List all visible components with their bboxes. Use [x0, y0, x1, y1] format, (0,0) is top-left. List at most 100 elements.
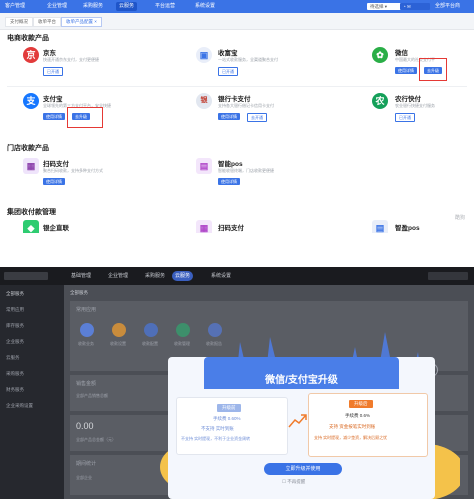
pos-icon: ▤ [196, 158, 212, 174]
modal-title: 微信/支付宝升级 [265, 375, 338, 386]
section-ecommerce: 电商收款产品 [7, 35, 49, 42]
before-fee: 手续费 0.60% [213, 416, 241, 421]
bside-item-enterprise[interactable]: 企业服务 [6, 339, 24, 345]
jd-icon: 京 [23, 47, 39, 63]
product-name-alipay: 支付宝 [43, 96, 63, 103]
nav-item-enterprise[interactable]: 企业管理 [44, 2, 70, 11]
product-name-scan: 扫码支付 [43, 161, 69, 168]
before-line1: 不支持 实时到账 [201, 426, 234, 431]
sales-title: 销售金额 [76, 381, 97, 387]
scan-details-button[interactable]: 使用详情 [43, 178, 65, 185]
amount-subtitle: 全部产品总金额（元） [76, 437, 116, 442]
tab-product-config-label: 收单产品配置 [66, 19, 93, 24]
section-store: 门店收款产品 [7, 145, 49, 152]
alipay-icon: 支 [23, 93, 39, 109]
product-name-scan2: 扫码支付 [218, 225, 244, 232]
bside-item-purchase-settings[interactable]: 企业采购设置 [6, 403, 33, 409]
product-name-abc: 农行快付 [395, 96, 421, 103]
after-tag: 升级后 [349, 400, 373, 408]
bnav-item-basic[interactable]: 基础管理 [68, 271, 94, 281]
product-name-smartpos: 智盈pos [395, 225, 420, 232]
section-group: 集团收付款管理 [7, 209, 56, 216]
product-desc-jd: 快速开通京东支付，支付更便捷 [43, 57, 99, 62]
nav-item-cloud[interactable]: 云服务 [116, 2, 138, 11]
product-desc-scan: 聚合扫码收款，支持多种支付方式 [43, 168, 103, 173]
bside-item-purchase[interactable]: 采购服务 [6, 371, 24, 377]
top-screenshot: 客户管理 企业管理 采购服务 云服务 平台运营 系统设置 待选择 ▾ ◔ ✉ 全… [0, 0, 474, 233]
amount-value: 0.00 [76, 421, 94, 431]
no-remind-checkbox[interactable]: ☐ 不再提醒 [282, 479, 305, 485]
tab-overview[interactable]: 支付概况 [5, 17, 33, 27]
watermark: 酷狗 [455, 215, 466, 221]
user-area[interactable] [428, 272, 468, 280]
wechat-icon: ✿ [372, 47, 388, 63]
app-label-2: 收款设置 [110, 341, 126, 346]
after-upgrade-box: 升级后 手续费 0.6% 支持 资金按笔实时到账 支持 实时提现，减少垫资，解决… [308, 393, 428, 457]
no-remind-label: 不再提醒 [287, 479, 306, 484]
abc-bank-icon: 农 [372, 93, 388, 109]
highlight-box-alipay [67, 107, 103, 128]
product-desc-shouyinbao: 一站式收款服务，全渠道聚合支付 [218, 57, 278, 62]
upgrade-now-button[interactable]: 立即升级并使用 [264, 463, 342, 475]
bank-link-icon: ◆ [23, 220, 39, 233]
tab-product-config[interactable]: 收单产品配置 × [61, 17, 102, 27]
abc-opened-button[interactable]: 已开通 [395, 113, 415, 122]
jd-opened-button[interactable]: 已开通 [43, 67, 63, 76]
before-line2: 不支持 实时提现，不利于企业资金周转 [181, 436, 251, 441]
product-desc-unionpay: 支持各大银行借记卡信用卡支付 [218, 103, 274, 108]
user-menu[interactable]: 全部平台商 [432, 2, 463, 11]
app-label-1: 收款业务 [78, 341, 94, 346]
product-name-wechat: 微信 [395, 50, 408, 57]
before-tag: 升级前 [217, 404, 241, 412]
after-line1: 支持 资金按笔实时到账 [329, 424, 376, 429]
row-divider [7, 86, 467, 87]
logo [4, 272, 48, 280]
shouyinbao-opened-button[interactable]: 已开通 [218, 67, 238, 76]
bside-item-finance[interactable]: 财务服务 [6, 387, 24, 393]
alipay-details-button[interactable]: 使用详情 [43, 113, 65, 120]
after-line2: 支持 实时提现，减少垫资，解决后顾之忧 [314, 435, 388, 440]
product-name-unionpay: 银行卡支付 [218, 96, 251, 103]
product-desc-pos: 智能收银终端，门店收款更便捷 [218, 168, 274, 173]
tab-platform[interactable]: 收单平台 [33, 17, 61, 27]
bnav-item-settings[interactable]: 系统设置 [208, 271, 234, 281]
pos-details-button[interactable]: 使用详情 [218, 178, 240, 185]
platform-select[interactable]: 待选择 ▾ [367, 3, 403, 10]
wechat-details-button[interactable]: 使用详情 [395, 67, 417, 74]
upgrade-modal: 微信/支付宝升级 升级前 手续费 0.60% 不支持 实时到账 不支持 实时提现… [168, 357, 435, 499]
bside-item-common[interactable]: 常用应用 [6, 307, 24, 313]
highlight-box-wechat [419, 58, 447, 81]
period-title: 期间统计 [76, 461, 97, 467]
unionpay-details-button[interactable]: 使用详情 [218, 113, 240, 120]
trend-arrow-icon [288, 414, 307, 428]
product-name-bank: 银企直联 [43, 225, 69, 232]
nav-item-customers[interactable]: 客户管理 [2, 2, 28, 11]
period-subtitle: 全部企业 [76, 475, 92, 480]
bottom-screenshot: 基础管理 企业管理 采购服务 云服务 系统设置 全部服务 常用应用 库存服务 企… [0, 267, 474, 499]
qr-scan-icon-2: ▦ [196, 220, 212, 233]
bell-icon[interactable]: ◔ ✉ [400, 3, 430, 10]
bside-item-cloud[interactable]: 云服务 [6, 355, 20, 361]
product-name-shouyinbao: 收富宝 [218, 50, 238, 57]
tab-strip: 支付概况 收单平台 收单产品配置 × [0, 13, 474, 30]
nav-item-purchase[interactable]: 采购服务 [80, 2, 106, 11]
bnav-item-enterprise[interactable]: 企业管理 [105, 271, 131, 281]
bnav-item-cloud[interactable]: 云服务 [172, 271, 194, 281]
unionpay-open-button[interactable]: 去开通 [247, 113, 267, 122]
sales-subtitle: 全部产品销售总额 [76, 393, 108, 398]
nav-item-settings[interactable]: 系统设置 [192, 2, 218, 11]
bside-item-all[interactable]: 全部服务 [6, 291, 24, 297]
app-icon-1[interactable] [80, 323, 94, 337]
unionpay-icon: 银 [196, 93, 212, 109]
smart-pos-icon: ▤ [372, 220, 388, 233]
top-navbar: 客户管理 企业管理 采购服务 云服务 平台运营 系统设置 待选择 ▾ ◔ ✉ 全… [0, 0, 474, 13]
bottom-navbar: 基础管理 企业管理 采购服务 云服务 系统设置 [0, 267, 474, 285]
bnav-item-purchase[interactable]: 采购服务 [142, 271, 168, 281]
bside-item-stock[interactable]: 库存服务 [6, 323, 24, 329]
app-icon-2[interactable] [112, 323, 126, 337]
product-desc-abc: 农业银行快捷支付服务 [395, 103, 435, 108]
qr-scan-icon: ▦ [23, 158, 39, 174]
bmain-tab[interactable]: 全部服务 [70, 290, 88, 296]
product-name-pos: 智能pos [218, 161, 243, 168]
nav-item-platform[interactable]: 平台运营 [152, 2, 178, 11]
